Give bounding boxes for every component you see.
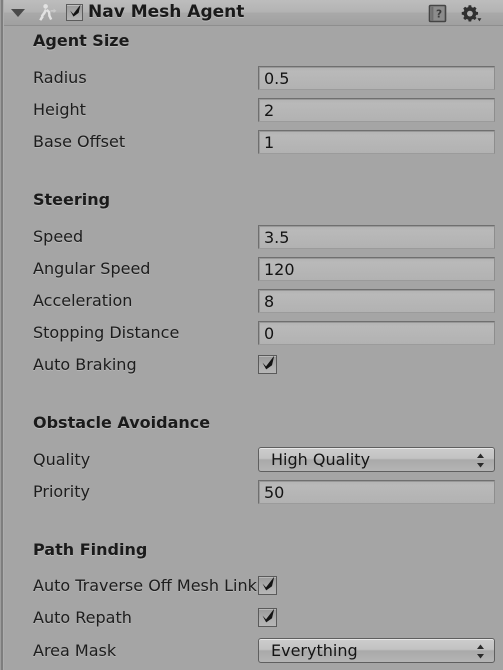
field-priority[interactable]: 50 xyxy=(258,480,495,504)
field-height-value: 2 xyxy=(264,101,275,120)
component-enabled-checkbox[interactable] xyxy=(66,4,83,21)
checkbox-auto-braking[interactable] xyxy=(258,355,277,374)
label-height: Height xyxy=(33,100,86,119)
label-speed: Speed xyxy=(33,227,84,246)
dropdown-area-mask[interactable]: Everything xyxy=(258,638,495,663)
label-stopping-distance: Stopping Distance xyxy=(33,323,180,342)
label-area-mask: Area Mask xyxy=(33,641,117,660)
label-quality: Quality xyxy=(33,450,91,469)
field-stopping-distance-value: 0 xyxy=(264,324,275,343)
label-base-offset: Base Offset xyxy=(33,132,126,151)
field-angular-speed[interactable]: 120 xyxy=(258,257,495,281)
label-acceleration: Acceleration xyxy=(33,291,133,310)
field-radius-value: 0.5 xyxy=(264,69,290,88)
updown-arrows-icon xyxy=(477,644,484,659)
field-radius[interactable]: 0.5 xyxy=(258,66,495,90)
label-angular-speed: Angular Speed xyxy=(33,259,151,278)
field-acceleration[interactable]: 8 xyxy=(258,289,495,313)
label-priority: Priority xyxy=(33,482,90,501)
field-base-offset-value: 1 xyxy=(264,133,275,152)
component-header[interactable]: Nav Mesh Agent ? xyxy=(4,0,503,26)
label-radius: Radius xyxy=(33,68,87,87)
field-speed-value: 3.5 xyxy=(264,228,290,247)
navmesh-agent-icon xyxy=(37,3,57,23)
field-priority-value: 50 xyxy=(264,483,285,502)
updown-arrows-icon xyxy=(477,453,484,468)
dropdown-quality-value: High Quality xyxy=(271,450,371,469)
nav-mesh-agent-inspector: Nav Mesh Agent ? Agent Size Radius 0.5 H… xyxy=(0,0,503,670)
dropdown-quality[interactable]: High Quality xyxy=(258,447,495,472)
section-title-agent-size: Agent Size xyxy=(33,31,130,50)
field-stopping-distance[interactable]: 0 xyxy=(258,321,495,345)
field-angular-speed-value: 120 xyxy=(264,260,295,279)
dropdown-area-mask-value: Everything xyxy=(271,641,358,660)
label-auto-braking: Auto Braking xyxy=(33,355,137,374)
section-title-path-finding: Path Finding xyxy=(33,540,148,559)
field-speed[interactable]: 3.5 xyxy=(258,225,495,249)
svg-text:?: ? xyxy=(436,9,442,21)
panel-left-edge xyxy=(0,0,4,670)
field-base-offset[interactable]: 1 xyxy=(258,130,495,154)
label-auto-traverse-off-mesh-link: Auto Traverse Off Mesh Link xyxy=(33,576,257,595)
gear-dropdown-icon[interactable] xyxy=(460,4,482,23)
label-auto-repath: Auto Repath xyxy=(33,608,132,627)
field-acceleration-value: 8 xyxy=(264,292,275,311)
component-title: Nav Mesh Agent xyxy=(88,2,245,22)
section-title-steering: Steering xyxy=(33,190,111,209)
checkbox-auto-repath[interactable] xyxy=(258,608,277,627)
help-book-icon[interactable]: ? xyxy=(428,4,447,23)
checkbox-auto-traverse-off-mesh-link[interactable] xyxy=(258,576,277,595)
field-height[interactable]: 2 xyxy=(258,98,495,122)
triangle-down-icon[interactable] xyxy=(11,9,25,17)
section-title-obstacle-avoidance: Obstacle Avoidance xyxy=(33,413,211,432)
